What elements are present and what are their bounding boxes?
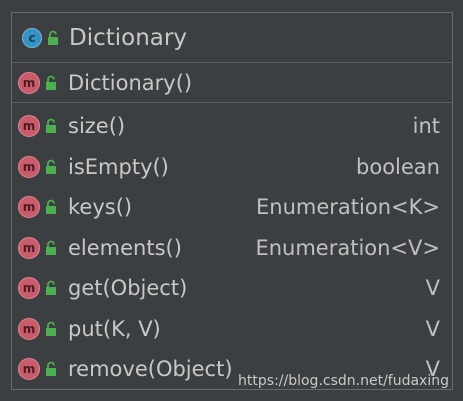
method-row[interactable]: m elements() Enumeration<V> [12, 228, 452, 269]
method-return-type: int [412, 114, 440, 139]
method-name: isEmpty() [68, 154, 169, 179]
class-name: Dictionary [69, 24, 187, 51]
method-row[interactable]: m put(K, V) V [12, 309, 452, 350]
method-name: elements() [68, 235, 182, 260]
public-lock-icon [46, 361, 56, 377]
method-row[interactable]: m size() int [12, 106, 452, 147]
method-name: get(Object) [68, 276, 188, 301]
class-structure-panel: c Dictionary m Dictionary() m size() int… [11, 12, 453, 390]
method-icon: m [18, 115, 40, 138]
public-lock-icon [46, 159, 56, 174]
method-return-type: Enumeration<K> [256, 195, 440, 220]
method-icon: m [18, 277, 40, 300]
method-row[interactable]: m keys() Enumeration<K> [12, 187, 452, 228]
method-row[interactable]: m isEmpty() boolean [12, 147, 452, 188]
watermark-text: https://blog.csdn.net/fudaxing [238, 373, 449, 389]
method-return-type: boolean [356, 154, 440, 179]
public-lock-icon [46, 280, 56, 296]
class-icon: c [22, 27, 42, 48]
method-return-type: V [425, 316, 440, 341]
method-icon: m [18, 358, 40, 381]
method-icon: m [18, 71, 40, 94]
method-icon: m [18, 155, 40, 178]
public-lock-icon [46, 75, 56, 90]
method-list: m size() int m isEmpty() boolean m keys(… [12, 103, 452, 389]
method-icon: m [18, 236, 40, 259]
public-lock-icon [46, 118, 56, 134]
method-icon: m [18, 317, 40, 340]
public-lock-icon [46, 199, 56, 215]
class-header[interactable]: c Dictionary [12, 13, 452, 63]
method-return-type: Enumeration<V> [255, 235, 440, 260]
method-icon: m [18, 196, 40, 219]
constructor-name: Dictionary() [68, 70, 193, 95]
method-name: keys() [68, 195, 133, 220]
method-return-type: V [425, 276, 440, 301]
public-lock-icon [46, 240, 56, 255]
method-name: put(K, V) [68, 316, 161, 341]
public-lock-icon [46, 321, 56, 336]
constructor-row[interactable]: m Dictionary() [12, 63, 452, 103]
public-lock-icon [48, 30, 58, 45]
method-name: size() [68, 114, 126, 139]
method-row[interactable]: m get(Object) V [12, 268, 452, 309]
